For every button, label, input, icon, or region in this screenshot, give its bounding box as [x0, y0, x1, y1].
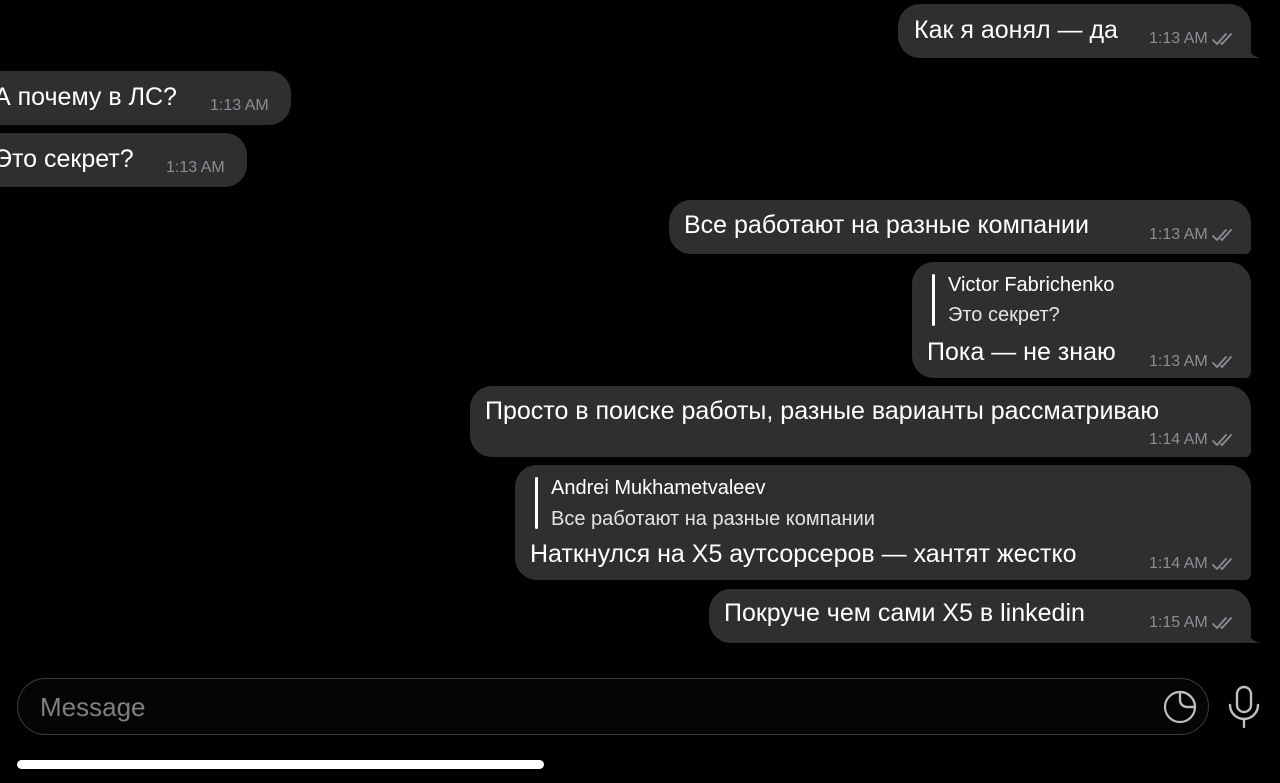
- message-bubble-outgoing[interactable]: Как я аонял — да 1:13 AM: [898, 4, 1261, 58]
- message-text: Как я аонял — да: [914, 16, 1118, 44]
- message-text: Все работают на разные компании: [684, 211, 1089, 239]
- message-time: 1:13 AM: [1149, 226, 1208, 243]
- message-time: 1:13 AM: [1149, 353, 1208, 370]
- message-time: 1:13 AM: [166, 159, 225, 176]
- double-check-icon: [1211, 356, 1232, 368]
- message-composer: [17, 678, 1209, 735]
- message-text: Наткнулся на X5 аутсорсеров — хантят жес…: [530, 540, 1077, 568]
- message-meta: 1:15 AM: [1149, 614, 1236, 632]
- reply-quote-bar: [535, 477, 538, 529]
- message-meta: 1:14 AM: [1149, 431, 1236, 449]
- message-text: А почему в ЛС?: [0, 83, 177, 111]
- message-bubble-incoming[interactable]: Это секрет? 1:13 AM: [0, 133, 247, 187]
- message-meta: 1:13 AM: [1149, 353, 1236, 371]
- double-check-icon: [1211, 558, 1232, 570]
- bubble-tail: [1247, 629, 1261, 643]
- message-text: Это секрет?: [0, 145, 134, 173]
- home-indicator: [17, 760, 544, 769]
- message-time: 1:13 AM: [210, 97, 269, 114]
- message-input[interactable]: [38, 687, 1142, 727]
- message-bubble-outgoing[interactable]: Просто в поиске работы, разные варианты …: [470, 386, 1251, 457]
- bubble-tail: [1247, 44, 1261, 58]
- message-time: 1:15 AM: [1149, 614, 1208, 631]
- double-check-icon: [1211, 434, 1232, 446]
- message-bubble-outgoing[interactable]: Все работают на разные компании 1:13 AM: [669, 200, 1251, 254]
- message-time: 1:13 AM: [1149, 30, 1208, 47]
- message-meta: 1:13 AM: [1149, 226, 1236, 244]
- reply-quote-text: Все работают на разные компании: [551, 508, 875, 530]
- message-meta: 1:13 AM: [210, 97, 269, 115]
- message-time: 1:14 AM: [1149, 431, 1208, 448]
- sticker-icon[interactable]: [1162, 689, 1198, 725]
- reply-sender-name: Andrei Mukhametvaleev: [551, 477, 766, 499]
- message-bubble-outgoing[interactable]: Покруче чем сами X5 в linkedin 1:15 AM: [709, 589, 1261, 643]
- message-meta: 1:13 AM: [166, 159, 225, 177]
- reply-quote-bar: [932, 274, 935, 326]
- double-check-icon: [1211, 33, 1232, 45]
- message-meta: 1:13 AM: [1149, 30, 1236, 48]
- double-check-icon: [1211, 229, 1232, 241]
- message-meta: 1:14 AM: [1149, 555, 1236, 573]
- message-bubble-outgoing-reply[interactable]: Victor Fabrichenko Это секрет? Пока — не…: [912, 262, 1251, 378]
- reply-quote-text: Это секрет?: [948, 304, 1060, 326]
- message-text: Просто в поиске работы, разные варианты …: [485, 397, 1160, 425]
- message-bubble-outgoing-reply[interactable]: Andrei Mukhametvaleev Все работают на ра…: [515, 465, 1251, 580]
- message-time: 1:14 AM: [1149, 555, 1208, 572]
- message-bubble-incoming[interactable]: А почему в ЛС? 1:13 AM: [0, 71, 291, 125]
- reply-sender-name: Victor Fabrichenko: [948, 274, 1115, 296]
- message-text: Пока — не знаю: [927, 338, 1116, 366]
- double-check-icon: [1211, 617, 1232, 629]
- message-text: Покруче чем сами X5 в linkedin: [724, 599, 1085, 627]
- microphone-icon[interactable]: [1224, 684, 1264, 730]
